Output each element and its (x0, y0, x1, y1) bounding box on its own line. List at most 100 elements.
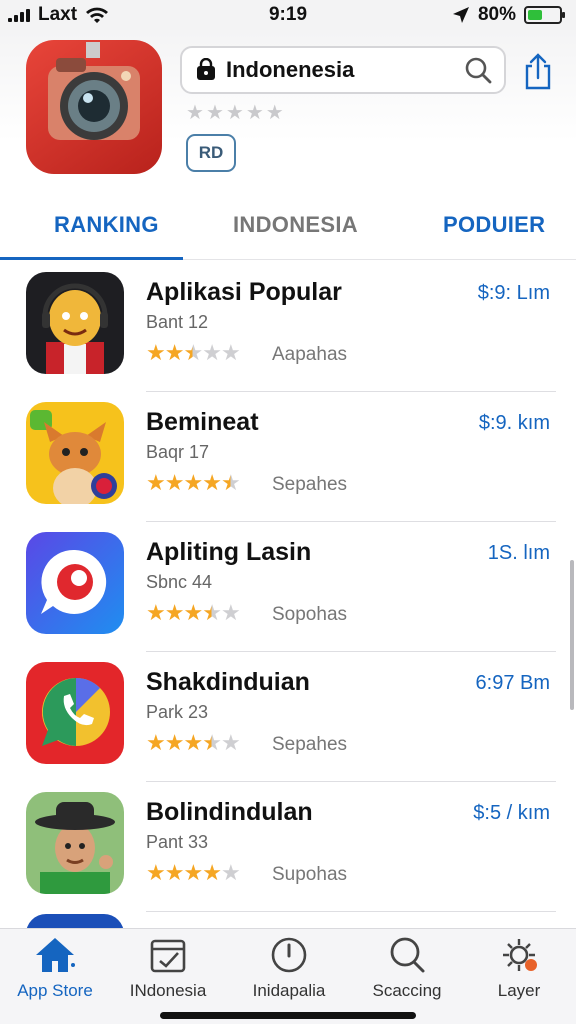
star-icon: ★ (220, 340, 241, 365)
star-icon: ★ (164, 730, 185, 755)
star-icon: ★ (183, 730, 203, 755)
bottom-tab-bar: App Store INdonesia Inidapalia Scaccing … (0, 928, 576, 1024)
app-subtitle: Baqr 17 (146, 442, 210, 462)
cat-game-app-icon (26, 402, 124, 504)
home-icon (36, 938, 75, 972)
battery-icon (524, 6, 565, 24)
share-button[interactable] (520, 52, 556, 92)
share-icon (525, 53, 551, 90)
app-subtitle: Bant 12 (146, 312, 209, 332)
app-rating-stars: ★★★★★ (146, 860, 241, 886)
search-icon[interactable] (464, 56, 492, 84)
home-indicator (160, 1012, 416, 1019)
app-list: Aplikasi Popular Bant 12 ★★★★★ Aapahas $… (0, 262, 576, 928)
app-price[interactable]: 6:97 Bm (476, 672, 550, 695)
battery-level (528, 10, 542, 20)
tab-ranking[interactable]: RANKING (54, 212, 159, 238)
search-text[interactable]: Indonenesia (226, 57, 456, 83)
scrollbar[interactable] (570, 560, 574, 710)
star-icon: ★ (183, 860, 203, 885)
star-icon: ★ (202, 340, 222, 365)
tabbar-label: Scaccing (372, 981, 442, 1000)
star-icon: ★ (220, 470, 241, 495)
sun-icon (503, 939, 537, 971)
cowboy-character-app-icon (26, 792, 124, 894)
star-icon: ★ (220, 600, 241, 625)
star-icon: ★ (146, 860, 166, 885)
app-subtitle: Sbnc 44 (146, 572, 213, 592)
list-item[interactable]: Apliting Lasin Sbnc 44 ★★★★★ Sopohas 1Ѕ.… (0, 522, 576, 652)
clock-icon (271, 937, 307, 973)
star-icon: ★ (202, 730, 222, 755)
app-name: Apliting Lasin (146, 538, 312, 566)
star-icon: ★ (164, 470, 185, 495)
app-rating-stars: ★★★★★ (146, 340, 241, 366)
app-category: Sepahes (272, 734, 348, 755)
phone-chat-app-icon (26, 662, 124, 764)
star-icon: ★ (202, 600, 222, 625)
segment-tabs: RANKING INDONESIA PODUIER (0, 198, 576, 260)
tabbar-label: App Store (17, 981, 93, 1000)
star-icon: ★ (146, 340, 166, 365)
star-icon: ★ (164, 600, 185, 625)
tabbar-item-layer[interactable]: Layer (464, 935, 574, 1001)
carrier-label: Laxt (38, 4, 78, 25)
star-icon: ★ (183, 600, 203, 625)
speech-bubble-app-icon (26, 532, 124, 634)
tab-poduier[interactable]: PODUIER (443, 212, 545, 238)
list-item[interactable]: Aplikasi Popular Bant 12 ★★★★★ Aapahas $… (0, 262, 576, 392)
app-name: Aplikasi Popular (146, 278, 342, 306)
app-header: Indonenesia ★ ★ ★ ★ ★ RD (0, 30, 576, 190)
app-name: Bolindindulan (146, 798, 313, 826)
tab-indonesia[interactable]: INDONESIA (233, 212, 358, 238)
app-category: Sopohas (272, 604, 348, 625)
battery-percent: 80% (477, 4, 516, 25)
star-icon: ★ (183, 470, 203, 495)
tabbar-item-inidapalia[interactable]: Inidapalia (234, 935, 344, 1001)
row-divider (146, 911, 556, 912)
tab-selection-indicator (0, 257, 183, 260)
star-icon: ★ (146, 600, 166, 625)
star-icon: ★ (183, 340, 203, 365)
app-category: Supohas (272, 864, 348, 885)
partial-app-icon (26, 914, 124, 928)
app-price[interactable]: $:5 / kım (473, 802, 550, 825)
list-item[interactable]: Shakdinduian Park 23 ★★★★★ Sepahes 6:97 … (0, 652, 576, 782)
list-item[interactable]: Bemineat Baqr 17 ★★★★★ Sepahes $:9. kım (0, 392, 576, 522)
app-price[interactable]: $:9. kım (479, 412, 550, 435)
app-price[interactable]: $:9: Lım (478, 282, 550, 305)
app-subtitle: Park 23 (146, 702, 209, 722)
tabbar-label: INdonesia (129, 981, 207, 1000)
star-icon: ★ (202, 470, 222, 495)
tabbar-item-app-store[interactable]: App Store (0, 935, 110, 1001)
star-icon: ★ (220, 860, 241, 885)
camera-app-icon[interactable] (26, 40, 162, 174)
search-bar[interactable]: Indonenesia (180, 46, 506, 94)
star-icon: ★ (164, 340, 185, 365)
app-name: Bemineat (146, 408, 259, 436)
app-category: Aapahas (272, 344, 348, 365)
tabbar-label: Inidapalia (252, 981, 326, 1000)
app-rating-stars: ★★★★★ (146, 470, 241, 496)
star-icon: ★ (202, 860, 222, 885)
header-rating: ★ ★ ★ ★ ★ (186, 102, 284, 124)
age-rating-badge: RD (186, 134, 236, 172)
app-category: Sepahes (272, 474, 348, 495)
app-name: Shakdinduian (146, 668, 310, 696)
status-bar: Laxt 9:19 80% (0, 0, 576, 30)
list-item[interactable]: Bolindindulan Pant 33 ★★★★★ Supohas $:5 … (0, 782, 576, 912)
tabbar-item-scaccing[interactable]: Scaccing (352, 935, 462, 1001)
wifi-icon (86, 7, 109, 23)
star-icon: ★ (164, 860, 185, 885)
tabbar-item-indonesia[interactable]: INdonesia (113, 935, 223, 1001)
app-price[interactable]: 1Ѕ. lım (488, 542, 550, 565)
signal-icon (8, 8, 30, 22)
star-icon: ★ (146, 730, 166, 755)
app-rating-stars: ★★★★★ (146, 600, 241, 626)
star-icon: ★ (220, 730, 241, 755)
search-icon (390, 937, 425, 973)
tabbar-label: Layer (497, 981, 541, 1000)
app-rating-stars: ★★★★★ (146, 730, 241, 756)
calendar-icon (150, 939, 186, 973)
star-icon: ★ (146, 470, 166, 495)
